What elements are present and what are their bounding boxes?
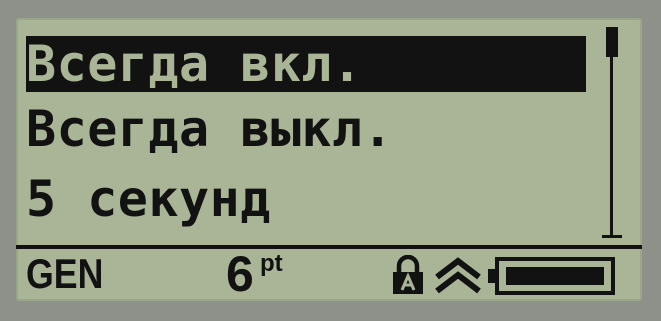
menu-item-label: 5 секунд [26, 170, 271, 228]
menu-item-always-off[interactable]: Всегда выкл. [26, 101, 393, 157]
lcd-screen: Всегда вкл. Всегда выкл. 5 секунд GEN 6 … [16, 18, 642, 301]
font-name-indicator: GEN [26, 250, 104, 297]
device-bezel: Всегда вкл. Всегда выкл. 5 секунд GEN 6 … [0, 0, 661, 321]
font-unit-indicator: pt [260, 250, 283, 277]
font-size-indicator: 6 [226, 246, 254, 302]
menu-item-label: Всегда вкл. [26, 35, 363, 93]
status-bar: GEN 6 pt [26, 249, 636, 299]
menu-item-label: Всегда выкл. [26, 100, 394, 158]
scrollbar[interactable] [600, 27, 624, 242]
menu-item-5-seconds[interactable]: 5 секунд [26, 171, 271, 227]
caps-lock-icon [435, 257, 481, 294]
scrollbar-thumb[interactable] [606, 27, 618, 57]
scrollbar-end-cap [602, 235, 622, 238]
menu-item-always-on[interactable]: Всегда вкл. [26, 36, 586, 92]
lock-icon [393, 255, 423, 294]
scrollbar-track [610, 55, 613, 235]
battery-icon [488, 257, 615, 295]
